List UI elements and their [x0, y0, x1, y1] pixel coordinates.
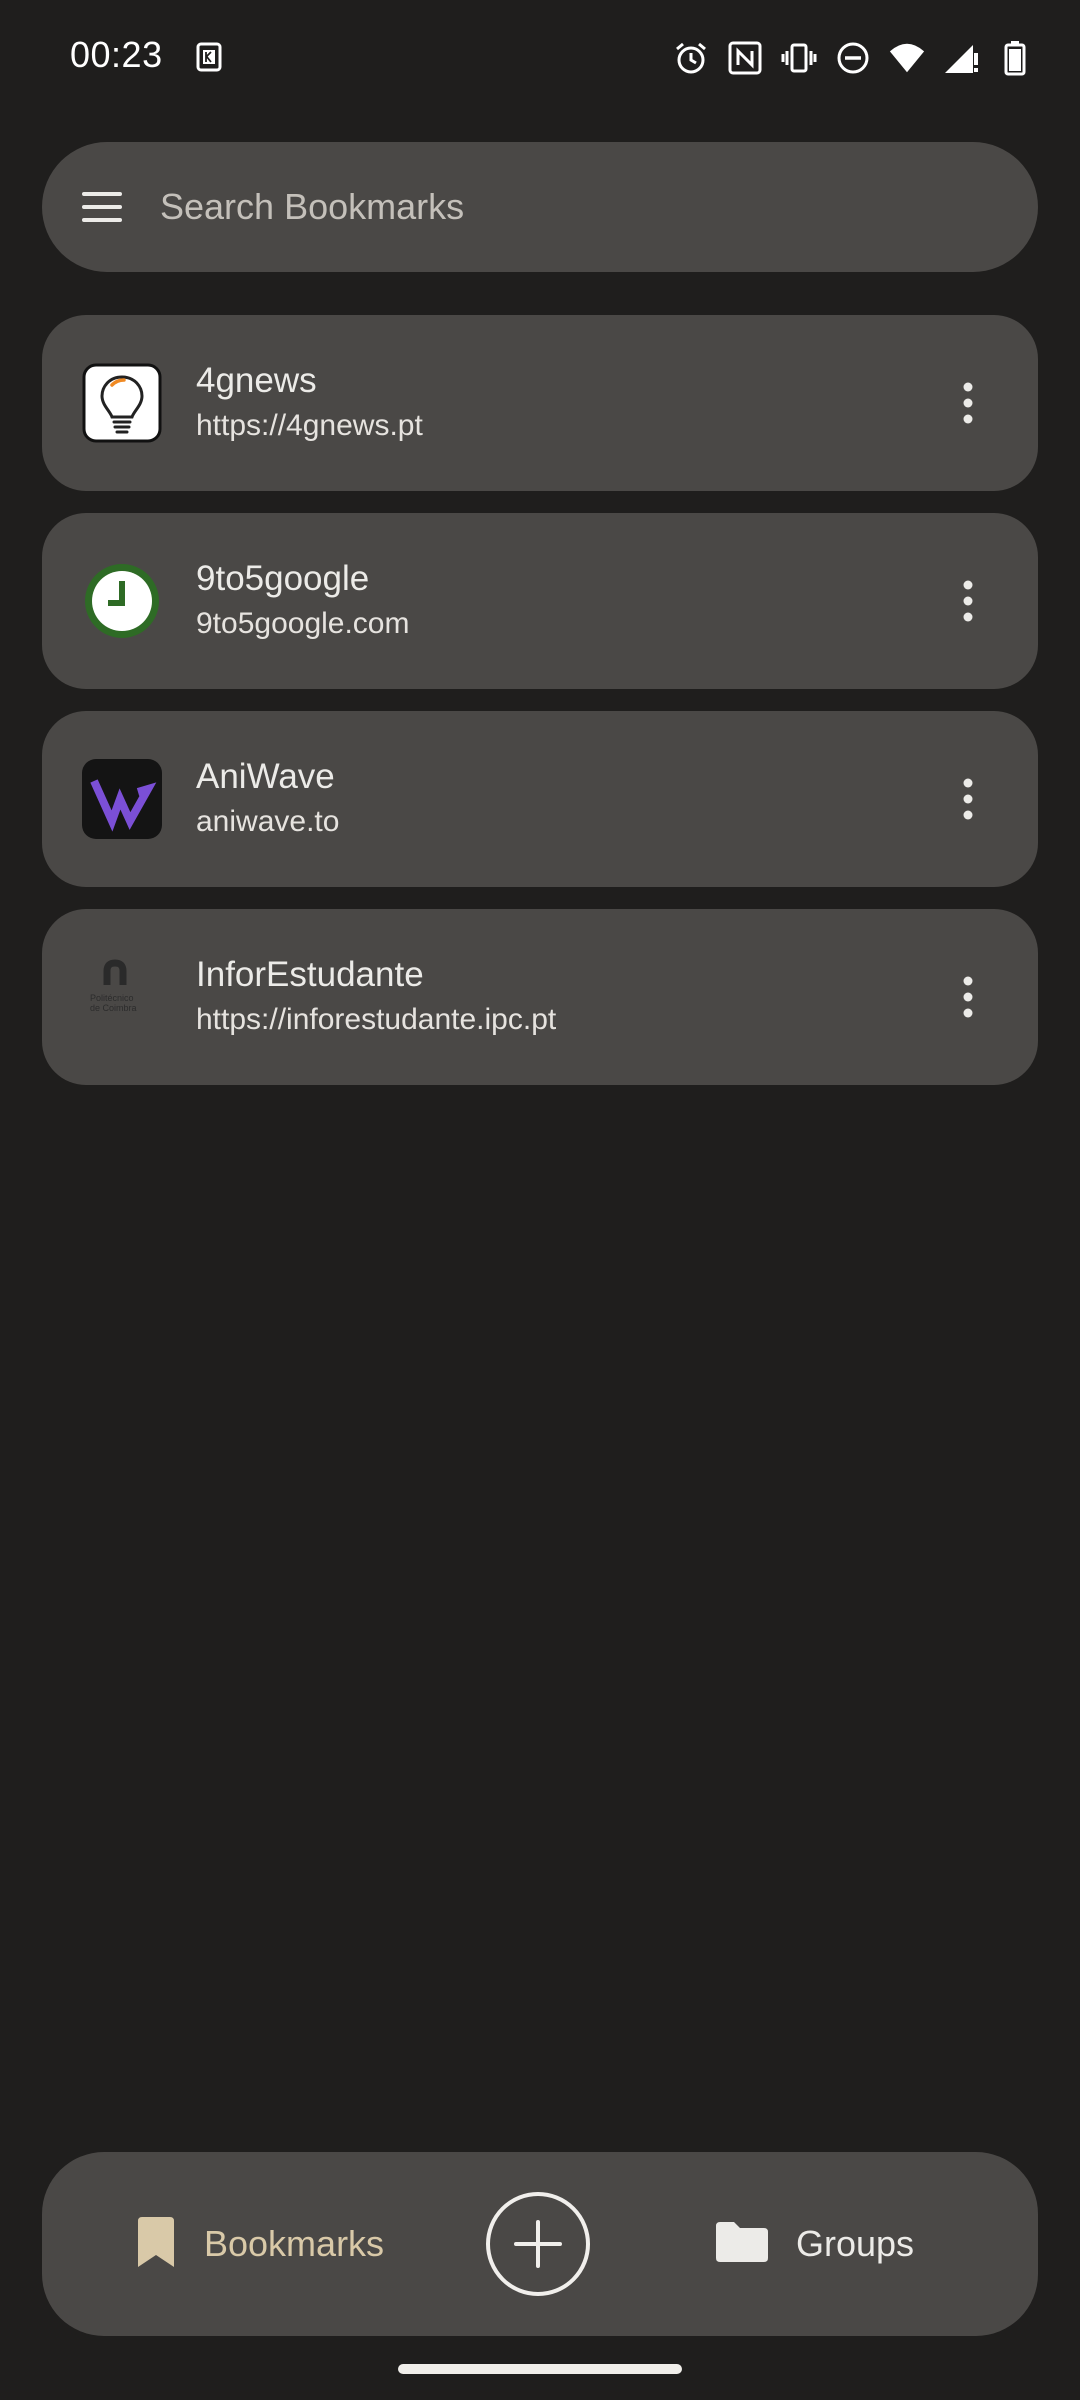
signal-icon	[942, 39, 980, 77]
bookmark-title: 4gnews	[196, 361, 317, 400]
more-options-icon[interactable]	[938, 967, 998, 1027]
svg-text:de Coimbra: de Coimbra	[90, 1003, 137, 1013]
bookmark-card-aniwave[interactable]: AniWave aniwave.to	[42, 711, 1038, 887]
bookmark-title: 9to5google	[196, 559, 370, 598]
menu-icon[interactable]	[80, 185, 124, 229]
nav-bookmarks-label: Bookmarks	[204, 2223, 385, 2264]
keyboard-notification-icon	[196, 42, 222, 72]
add-bookmark-button[interactable]	[486, 2192, 590, 2296]
politecnico-favicon-icon: Politécnico de Coimbra	[82, 957, 162, 1037]
alarm-icon	[672, 39, 710, 77]
bottom-navigation: Bookmarks Groups	[42, 2152, 1038, 2336]
nav-groups-label: Groups	[796, 2223, 915, 2264]
nfc-icon	[726, 39, 764, 77]
battery-icon	[996, 39, 1034, 77]
clock-favicon-icon	[82, 561, 162, 641]
status-icons	[672, 38, 1034, 78]
aniwave-favicon-icon	[82, 759, 162, 839]
bookmark-card-inforestudante[interactable]: Politécnico de Coimbra InforEstudante ht…	[42, 909, 1038, 1085]
more-options-icon[interactable]	[938, 373, 998, 433]
bookmark-card-9to5google[interactable]: 9to5google 9to5google.com	[42, 513, 1038, 689]
search-bar	[42, 142, 1038, 272]
bookmark-list: 4gnews https://4gnews.pt 9to5google 9to5…	[42, 315, 1038, 1107]
more-options-icon[interactable]	[938, 769, 998, 829]
nav-groups[interactable]: Groups	[714, 2152, 914, 2336]
folder-icon	[714, 2220, 770, 2269]
vibrate-icon	[780, 39, 818, 77]
lightbulb-favicon-icon	[82, 363, 162, 443]
bookmark-title: AniWave	[196, 757, 335, 796]
bookmark-url: 9to5google.com	[196, 607, 410, 640]
bookmark-title: InforEstudante	[196, 955, 424, 994]
search-input[interactable]	[160, 172, 980, 242]
plus-icon	[514, 2220, 562, 2268]
do-not-disturb-icon	[834, 39, 872, 77]
wifi-icon	[888, 39, 926, 77]
bookmark-url: aniwave.to	[196, 805, 340, 838]
bookmark-card-4gnews[interactable]: 4gnews https://4gnews.pt	[42, 315, 1038, 491]
bookmark-url: https://inforestudante.ipc.pt	[196, 1003, 557, 1036]
home-indicator[interactable]	[398, 2364, 682, 2374]
status-bar: 00:23	[0, 0, 1080, 116]
bookmark-icon	[134, 2215, 178, 2274]
more-options-icon[interactable]	[938, 571, 998, 631]
status-time: 00:23	[70, 34, 163, 75]
nav-bookmarks[interactable]: Bookmarks	[134, 2152, 384, 2336]
svg-text:Politécnico: Politécnico	[90, 993, 134, 1003]
bookmark-url: https://4gnews.pt	[196, 409, 423, 442]
